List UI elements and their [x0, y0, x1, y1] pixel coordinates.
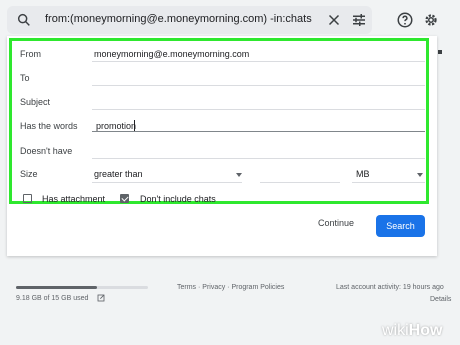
subject-label: Subject [20, 97, 51, 107]
continue-button[interactable]: Continue [318, 218, 354, 228]
search-button-label: Search [386, 221, 415, 231]
storage-usage: 9.18 GB of 15 GB used [16, 295, 89, 302]
search-query[interactable]: from:(moneymorning@e.moneymorning.com) -… [45, 13, 312, 25]
watermark-part2: How [408, 322, 443, 339]
text-cursor [134, 120, 135, 131]
size-unit-select[interactable]: MB [356, 169, 370, 179]
storage-bar [16, 286, 148, 289]
storage-bar-fill [16, 286, 97, 289]
has-words-field[interactable]: promotion [96, 121, 136, 131]
help-icon[interactable] [396, 11, 414, 29]
doesnt-have-label: Doesn't have [20, 146, 73, 156]
from-label: From [20, 49, 41, 59]
details-link[interactable]: Details [430, 296, 451, 303]
doesnt-have-underline [92, 158, 425, 159]
has-words-label: Has the words [20, 121, 78, 131]
size-operator-underline [92, 182, 242, 183]
last-activity: Last account activity: 19 hours ago [336, 284, 444, 291]
from-underline [92, 61, 425, 62]
subject-underline [92, 109, 425, 110]
search-button[interactable]: Search [376, 215, 425, 237]
has-words-underline [92, 131, 425, 132]
overflow-indicator [438, 50, 442, 54]
search-options-icon[interactable] [350, 11, 368, 29]
has-attachment-label[interactable]: Has attachment [42, 194, 105, 204]
close-icon[interactable] [325, 11, 343, 29]
gear-icon[interactable] [422, 11, 440, 29]
chevron-down-icon[interactable] [236, 173, 242, 177]
to-underline [92, 85, 425, 86]
dont-include-chats-checkbox[interactable] [120, 194, 129, 203]
search-bar[interactable]: from:(moneymorning@e.moneymorning.com) -… [7, 6, 372, 34]
size-unit-underline [352, 182, 425, 183]
footer-links[interactable]: Terms · Privacy · Program Policies [177, 284, 284, 291]
dont-include-chats-label[interactable]: Don't include chats [140, 194, 216, 204]
size-label: Size [20, 169, 38, 179]
has-attachment-checkbox[interactable] [23, 194, 32, 203]
watermark-logo: wikiHow [382, 322, 442, 340]
external-link-icon[interactable] [97, 294, 105, 302]
from-field[interactable]: moneymorning@e.moneymorning.com [94, 49, 249, 59]
chevron-down-icon[interactable] [417, 173, 423, 177]
to-label: To [20, 73, 30, 83]
watermark-part1: wiki [382, 322, 409, 339]
size-amount-underline [260, 182, 340, 183]
size-operator-select[interactable]: greater than [94, 169, 143, 179]
top-bar: from:(moneymorning@e.moneymorning.com) -… [0, 0, 460, 36]
search-icon[interactable] [16, 12, 32, 28]
